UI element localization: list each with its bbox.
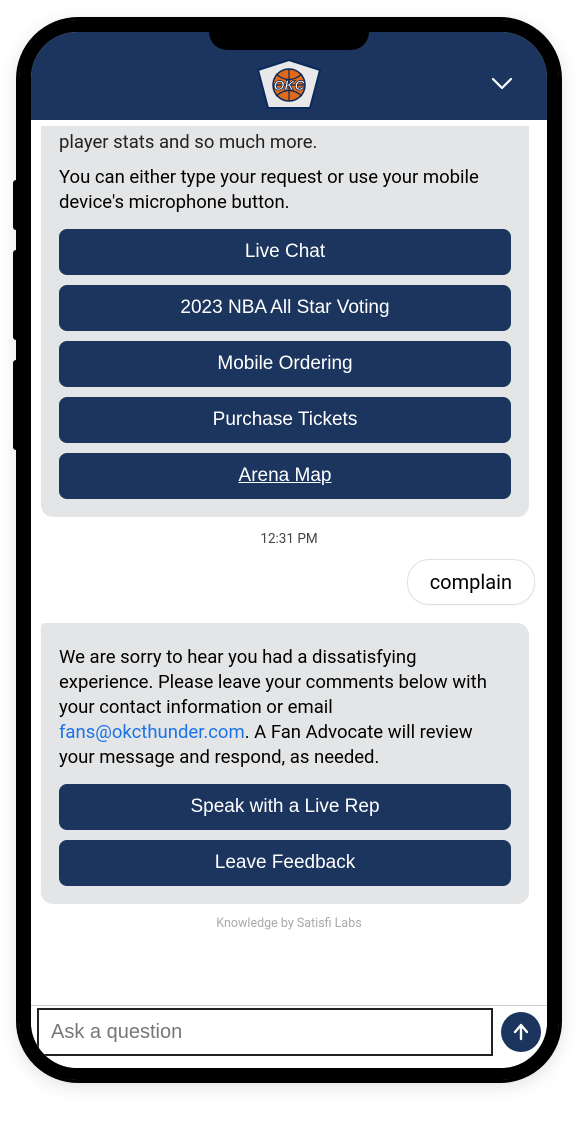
quick-reply-purchase-tickets[interactable]: Purchase Tickets [59,397,511,443]
attribution-text: Knowledge by Satisfi Labs [39,916,539,931]
phone-frame: OKC player stats and so much more. You c… [19,20,559,1080]
quick-reply-leave-feedback[interactable]: Leave Feedback [59,840,511,886]
team-logo-icon: OKC [254,58,324,112]
bot-message: player stats and so much more. You can e… [41,126,529,517]
send-button[interactable] [501,1012,541,1052]
bot-response-text: We are sorry to hear you had a dissatisf… [59,645,511,770]
arrow-up-icon [511,1022,531,1042]
bot-text-segment: We are sorry to hear you had a dissatisf… [59,646,487,718]
quick-reply-mobile-ordering[interactable]: Mobile Ordering [59,341,511,387]
bot-message: We are sorry to hear you had a dissatisf… [41,623,529,904]
app-screen: OKC player stats and so much more. You c… [31,32,547,1068]
svg-text:OKC: OKC [273,77,305,93]
message-timestamp: 12:31 PM [39,531,539,547]
phone-volume-down-button [13,360,19,450]
bot-intro-text: You can either type your request or use … [59,165,511,215]
chat-scroll-area[interactable]: player stats and so much more. You can e… [31,120,547,1005]
message-input[interactable] [37,1008,493,1056]
quick-reply-arena-map[interactable]: Arena Map [59,453,511,499]
phone-side-button [13,180,19,230]
collapse-chevron-icon[interactable] [491,76,513,95]
message-input-bar [31,1005,547,1068]
phone-notch [209,20,369,50]
quick-reply-live-chat[interactable]: Live Chat [59,229,511,275]
phone-volume-up-button [13,250,19,340]
contact-email-link[interactable]: fans@okcthunder.com [59,721,245,743]
user-message-row: complain [39,559,539,619]
quick-reply-speak-live-rep[interactable]: Speak with a Live Rep [59,784,511,830]
user-message: complain [407,559,535,605]
quick-reply-all-star-voting[interactable]: 2023 NBA All Star Voting [59,285,511,331]
bot-truncated-text: player stats and so much more. [59,130,511,155]
